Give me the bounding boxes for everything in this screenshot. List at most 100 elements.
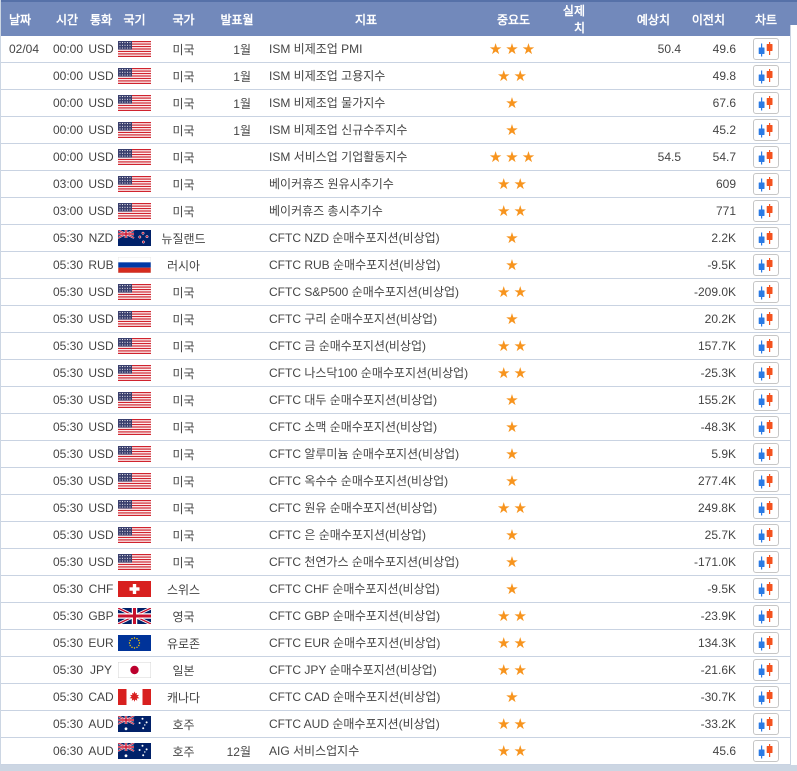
importance-cell: ★ <box>471 252 556 279</box>
indicator-cell: CFTC JPY 순매수포지션(비상업) <box>261 657 471 684</box>
date-cell <box>1 684 47 711</box>
time-cell: 00:00 <box>47 36 87 63</box>
candlestick-chart-icon-button[interactable] <box>753 173 779 195</box>
candlestick-chart-icon-button[interactable] <box>753 659 779 681</box>
table-row: 06:30AUD호주12월AIG 서비스업지수★★45.6 <box>1 738 791 765</box>
actual-cell <box>556 441 601 468</box>
forecast-cell <box>601 630 686 657</box>
flag-cell <box>115 684 154 711</box>
previous-cell: 609 <box>686 171 741 198</box>
flag-us-icon <box>118 311 151 327</box>
country-cell: 호주 <box>154 711 213 738</box>
importance-star-icons: ★ <box>505 122 521 139</box>
time-cell: 05:30 <box>47 549 87 576</box>
candlestick-chart-icon-button[interactable] <box>753 200 779 222</box>
importance-star-icons: ★★★ <box>489 41 538 58</box>
currency-cell: USD <box>87 279 115 306</box>
previous-cell: 134.3K <box>686 630 741 657</box>
flag-us-icon <box>118 365 151 381</box>
time-cell: 05:30 <box>47 225 87 252</box>
candlestick-chart-icon-button[interactable] <box>753 119 779 141</box>
country-cell: 미국 <box>154 171 213 198</box>
forecast-cell <box>601 684 686 711</box>
indicator-cell: ISM 비제조업 PMI <box>261 36 471 63</box>
chart-cell <box>741 306 791 333</box>
actual-cell <box>556 414 601 441</box>
candlestick-chart-icon-button[interactable] <box>753 92 779 114</box>
candlestick-chart-icon-button[interactable] <box>753 146 779 168</box>
candlestick-chart-icon-button[interactable] <box>753 254 779 276</box>
candlestick-chart-icon-button[interactable] <box>753 524 779 546</box>
candlestick-chart-icon-button[interactable] <box>753 740 779 762</box>
table-row: 05:30EUR유로존CFTC EUR 순매수포지션(비상업)★★134.3K <box>1 630 791 657</box>
indicator-cell: CFTC 소맥 순매수포지션(비상업) <box>261 414 471 441</box>
importance-cell: ★ <box>471 225 556 252</box>
table-row: 05:30NZD뉴질랜드CFTC NZD 순매수포지션(비상업)★2.2K <box>1 225 791 252</box>
chart-cell <box>741 360 791 387</box>
actual-cell <box>556 549 601 576</box>
country-cell: 미국 <box>154 333 213 360</box>
chart-cell <box>741 171 791 198</box>
candlestick-chart-icon-button[interactable] <box>753 713 779 735</box>
candlestick-chart-icon-button[interactable] <box>753 605 779 627</box>
importance-cell: ★ <box>471 414 556 441</box>
time-cell: 05:30 <box>47 603 87 630</box>
indicator-cell: CFTC RUB 순매수포지션(비상업) <box>261 252 471 279</box>
candlestick-chart-icon-button[interactable] <box>753 443 779 465</box>
date-cell <box>1 252 47 279</box>
currency-cell: USD <box>87 198 115 225</box>
flag-us-icon <box>118 149 151 165</box>
candlestick-chart-icon-button[interactable] <box>753 308 779 330</box>
indicator-cell: ISM 비제조업 물가지수 <box>261 90 471 117</box>
currency-cell: USD <box>87 414 115 441</box>
previous-cell: -23.9K <box>686 603 741 630</box>
time-cell: 00:00 <box>47 117 87 144</box>
candlestick-chart-icon-button[interactable] <box>753 578 779 600</box>
month-cell <box>213 225 261 252</box>
time-cell: 05:30 <box>47 306 87 333</box>
flag-gb-icon <box>118 608 151 624</box>
indicator-cell: CFTC S&P500 순매수포지션(비상업) <box>261 279 471 306</box>
table-body: 02/0400:00USD미국1월ISM 비제조업 PMI★★★50.449.6… <box>1 36 791 765</box>
candlestick-chart-icon-button[interactable] <box>753 335 779 357</box>
forecast-cell <box>601 252 686 279</box>
candlestick-chart-icon-button[interactable] <box>753 632 779 654</box>
candlestick-chart-icon-button[interactable] <box>753 551 779 573</box>
currency-cell: USD <box>87 495 115 522</box>
candlestick-chart-icon-button[interactable] <box>753 497 779 519</box>
candlestick-chart-icon-button[interactable] <box>753 227 779 249</box>
bottom-scroll-track[interactable] <box>1 765 797 771</box>
candlestick-chart-icon-button[interactable] <box>753 470 779 492</box>
importance-star-icons: ★★ <box>497 635 530 652</box>
previous-cell: 2.2K <box>686 225 741 252</box>
candlestick-chart-icon-button[interactable] <box>753 416 779 438</box>
flag-us-icon <box>118 284 151 300</box>
time-cell: 05:30 <box>47 711 87 738</box>
table-row: 05:30USD미국CFTC 대두 순매수포지션(비상업)★155.2K <box>1 387 791 414</box>
indicator-cell: CFTC 나스닥100 순매수포지션(비상업) <box>261 360 471 387</box>
country-cell: 미국 <box>154 549 213 576</box>
country-cell: 호주 <box>154 738 213 765</box>
actual-cell <box>556 495 601 522</box>
candlestick-chart-icon-button[interactable] <box>753 281 779 303</box>
importance-star-icons: ★ <box>505 446 521 463</box>
candlestick-chart-icon-button[interactable] <box>753 38 779 60</box>
time-cell: 05:30 <box>47 657 87 684</box>
date-cell <box>1 549 47 576</box>
table-row: 05:30CAD캐나다CFTC CAD 순매수포지션(비상업)★-30.7K <box>1 684 791 711</box>
month-cell <box>213 333 261 360</box>
currency-cell: USD <box>87 117 115 144</box>
date-cell <box>1 711 47 738</box>
candlestick-chart-icon-button[interactable] <box>753 686 779 708</box>
candlestick-chart-icon-button[interactable] <box>753 389 779 411</box>
flag-ru-icon <box>118 257 151 273</box>
forecast-cell <box>601 576 686 603</box>
actual-cell <box>556 225 601 252</box>
chart-cell <box>741 738 791 765</box>
actual-cell <box>556 36 601 63</box>
candlestick-chart-icon-button[interactable] <box>753 65 779 87</box>
candlestick-chart-icon-button[interactable] <box>753 362 779 384</box>
date-cell <box>1 387 47 414</box>
time-cell: 03:00 <box>47 171 87 198</box>
importance-cell: ★★ <box>471 198 556 225</box>
